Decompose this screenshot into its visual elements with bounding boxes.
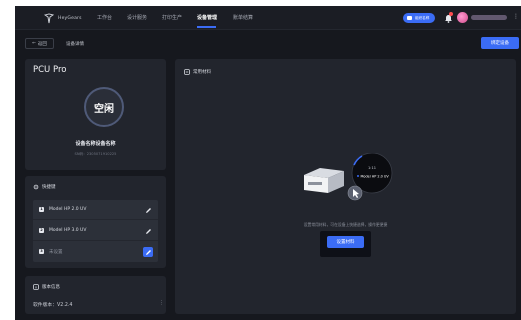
common-materials-panel: 常用材料 1:11 Model HP 2.0 UV 设置常用材料，可在设备上快捷… (175, 59, 516, 314)
quick-key-label: 未设置 (49, 250, 63, 255)
nav-item-print-production[interactable]: 打印生产 (162, 14, 182, 21)
more-menu-icon[interactable]: ⋮ (513, 13, 519, 20)
user-name-redacted[interactable] (471, 15, 507, 20)
list-item[interactable]: 3 未设置 (33, 242, 158, 262)
software-version: 软件版本：V2.2.4 (33, 303, 73, 308)
logo-text: HeyGears (58, 15, 82, 21)
list-item[interactable]: 1 Model HP 2.0 UV (33, 200, 158, 220)
logo-icon (43, 13, 55, 24)
brand-logo[interactable]: HeyGears (43, 12, 82, 24)
quick-key-index: 3 (39, 249, 44, 254)
org-icon (407, 16, 412, 20)
sub-header: ← 返回 设备详情 绑定设备 (15, 31, 521, 57)
device-name: 设备名称设备名称 (75, 141, 116, 147)
quick-key-index: 1 (39, 207, 44, 212)
nav-active-indicator (197, 26, 216, 28)
device-illustration: 1:11 Model HP 2.0 UV (304, 153, 393, 201)
notification-badge (449, 12, 453, 16)
quick-keys-list: 1 Model HP 2.0 UV 2 Model HP 3.0 UV 3 未设… (33, 200, 158, 262)
edit-icon[interactable] (143, 226, 153, 236)
nav-item-billing[interactable]: 账单结算 (233, 14, 253, 21)
device-status-ring: 空闲 (84, 87, 124, 127)
quick-key-label: Model HP 2.0 UV (49, 207, 87, 212)
illus-time: 1:11 (368, 166, 376, 170)
materials-header: 常用材料 (184, 69, 211, 75)
breadcrumb: 设备详情 (66, 42, 84, 47)
quick-keys-card: 快捷键 1 Model HP 2.0 UV 2 Model HP 3.0 UV … (25, 176, 166, 268)
device-serial: SN码：2305071910225 (74, 152, 117, 156)
org-switch-button[interactable]: 组织名称 (403, 13, 435, 23)
quick-keys-title: 快捷键 (42, 185, 56, 190)
quick-keys-header: 快捷键 (33, 184, 56, 190)
materials-empty-text: 设置常用材料，可在设备上快捷选择，操作更便捷 (303, 222, 388, 227)
chevron-left-icon: ← (32, 41, 36, 46)
gear-icon (33, 184, 39, 190)
version-card: 版本信息 软件版本：V2.2.4 ⋮ (25, 276, 166, 314)
org-label: 组织名称 (415, 15, 430, 20)
top-nav: HeyGears 工作台 设计服务 打印生产 设备管理 账单结算 组织名称 ⋮ (15, 6, 521, 30)
user-avatar[interactable] (457, 12, 468, 23)
quick-key-label: Model HP 3.0 UV (49, 228, 87, 233)
nav-item-design-service[interactable]: 设计服务 (127, 14, 147, 21)
device-status: 空闲 (94, 103, 114, 115)
app-window: HeyGears 工作台 设计服务 打印生产 设备管理 账单结算 组织名称 ⋮ … (15, 6, 521, 320)
version-title: 版本信息 (42, 285, 60, 290)
setup-materials-button[interactable]: 设置材料 (327, 236, 364, 248)
edit-icon[interactable] (143, 247, 153, 257)
version-more-icon[interactable]: ⋮ (159, 300, 164, 306)
list-item[interactable]: 2 Model HP 3.0 UV (33, 221, 158, 241)
materials-title: 常用材料 (193, 70, 211, 75)
info-icon (33, 284, 39, 290)
version-header: 版本信息 (33, 284, 60, 290)
nav-item-workbench[interactable]: 工作台 (97, 14, 112, 21)
back-button[interactable]: ← 返回 (25, 38, 54, 49)
edit-icon[interactable] (143, 205, 153, 215)
bind-device-button[interactable]: 绑定设备 (481, 37, 519, 49)
device-card: PCU Pro 空闲 设备名称设备名称 SN码：2305071910225 (25, 59, 166, 170)
nav-item-device-management[interactable]: 设备管理 (197, 14, 217, 21)
material-icon (184, 69, 190, 75)
device-model: PCU Pro (33, 65, 67, 75)
quick-key-index: 2 (39, 228, 44, 233)
back-label: 返回 (37, 41, 47, 47)
illus-material-label: Model HP 2.0 UV (361, 175, 390, 179)
